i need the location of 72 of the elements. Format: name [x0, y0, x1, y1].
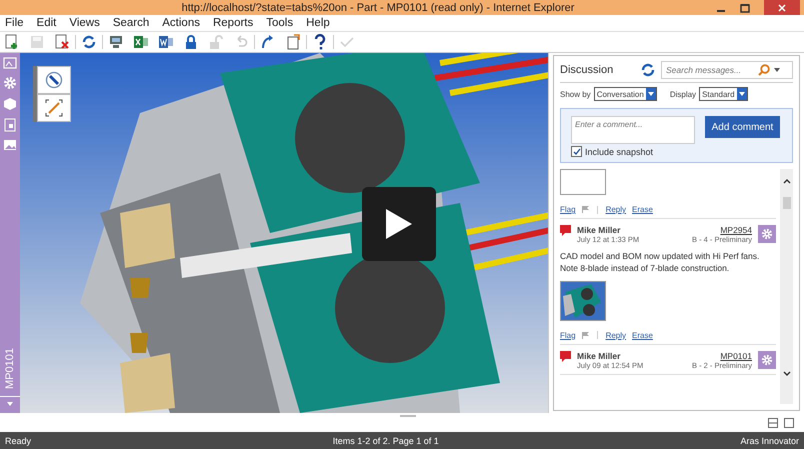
restore-icon[interactable] — [740, 2, 750, 12]
lock-icon[interactable] — [183, 34, 199, 50]
settings-button[interactable] — [758, 350, 776, 369]
copy-icon[interactable] — [285, 34, 301, 50]
new-document-icon[interactable] — [4, 34, 20, 50]
scroll-down-icon[interactable] — [782, 371, 790, 376]
menu-item[interactable]: File — [5, 16, 24, 29]
settings-icon[interactable] — [3, 76, 17, 90]
split-view-icon[interactable] — [768, 418, 778, 428]
add-comment-button[interactable]: Add comment — [705, 116, 780, 138]
compass-icon — [45, 71, 63, 89]
menu-item[interactable]: Tools — [266, 16, 294, 29]
refresh-icon[interactable] — [641, 63, 655, 77]
menu-item[interactable]: Help — [306, 16, 330, 29]
menu-item[interactable]: Edit — [36, 16, 56, 29]
image-icon[interactable] — [3, 139, 17, 151]
checkbox-label: Include snapshot — [585, 146, 654, 156]
message-link[interactable]: Reply — [606, 205, 626, 214]
close-button[interactable] — [764, 0, 800, 15]
item-count: Items 1-2 of 2. Page 1 of 1 — [332, 436, 439, 446]
display-label: Display — [670, 90, 696, 98]
picture-frame-icon[interactable] — [3, 57, 17, 69]
help-icon[interactable] — [312, 34, 328, 50]
display-dropdown[interactable]: Standard — [699, 87, 748, 101]
caret-icon[interactable] — [774, 68, 780, 72]
spreadsheet-icon[interactable] — [133, 34, 149, 50]
comment-field[interactable]: Enter a comment... — [571, 116, 695, 144]
comment-icon — [560, 350, 571, 362]
play-icon — [384, 207, 414, 241]
document-icon[interactable] — [158, 34, 174, 50]
message-link[interactable]: Reply — [606, 330, 626, 340]
comment-icon — [560, 225, 571, 236]
delete-icon[interactable] — [54, 34, 70, 50]
message-link[interactable]: Flag — [560, 330, 576, 340]
document-icon[interactable] — [4, 118, 16, 132]
menu-item[interactable]: Views — [69, 16, 100, 29]
computer-icon[interactable] — [108, 34, 124, 50]
scroll-up-icon[interactable] — [782, 179, 790, 184]
author-name: Mike Miller — [577, 225, 622, 235]
status-text: Ready — [5, 436, 32, 446]
cube-icon[interactable] — [3, 97, 17, 111]
show-by-label: Show by — [560, 90, 591, 98]
message-text: CAD model and BOM now updated with Hi Perf fans. Note 8-blade instead of 7-blade construction. — [560, 250, 760, 275]
scroll-thumb[interactable] — [782, 197, 790, 209]
measure-button[interactable] — [37, 94, 71, 122]
refresh-icon[interactable] — [81, 34, 97, 50]
message-link[interactable]: Erase — [632, 330, 653, 340]
checkbox[interactable] — [571, 146, 582, 157]
item-link[interactable]: MP2954 — [720, 225, 752, 235]
settings-button[interactable] — [758, 225, 776, 243]
scrollbar[interactable] — [780, 169, 793, 404]
menu-item[interactable]: Actions — [162, 16, 200, 29]
navigate-button[interactable] — [37, 66, 71, 94]
product-name: Aras Innovator — [740, 436, 799, 446]
show-by-dropdown[interactable]: Conversation — [594, 87, 657, 101]
caret-icon — [7, 402, 13, 406]
single-view-icon[interactable] — [784, 418, 794, 428]
play-button[interactable] — [362, 187, 436, 261]
caret-icon — [738, 92, 745, 96]
menu-item[interactable]: Search — [112, 16, 150, 29]
menu-item[interactable]: Reports — [212, 16, 254, 29]
panel-title: Discussion — [560, 64, 614, 76]
author-name: Mike Miller — [577, 350, 622, 361]
window-title: http://localhost/?state=tabs%20on - Part - MP0101 (read only) - Internet Explorer — [180, 2, 576, 14]
search-field[interactable]: Search messages... — [661, 61, 793, 79]
close-icon — [778, 4, 786, 12]
search-icon[interactable] — [758, 64, 770, 76]
caret-icon — [648, 92, 654, 96]
message-link[interactable]: Erase — [632, 205, 653, 214]
ruler-icon — [45, 99, 63, 117]
item-link[interactable]: MP0101 — [720, 350, 752, 361]
message-link[interactable]: Flag — [560, 205, 576, 214]
